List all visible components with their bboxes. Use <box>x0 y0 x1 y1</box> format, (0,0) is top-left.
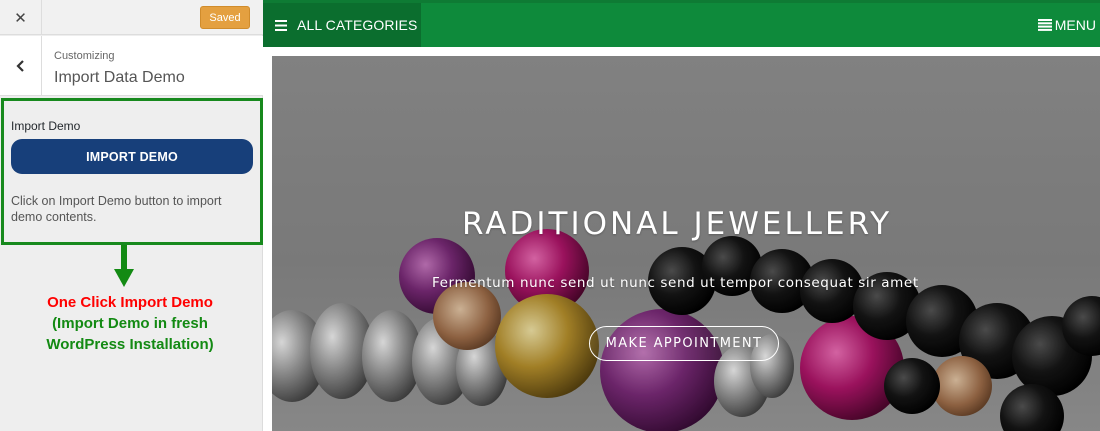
annotation-text: One Click Import Demo (Import Demo in fr… <box>20 292 240 355</box>
hero-title: RADITIONAL JEWELLERY <box>462 206 893 242</box>
import-demo-description: Click on Import Demo button to import de… <box>11 194 222 224</box>
customizer-panel: ✕ Saved Customizing Import Data Demo Imp… <box>0 0 263 431</box>
hero-slider: RADITIONAL JEWELLERY Fermentum nunc send… <box>272 56 1100 431</box>
close-icon: ✕ <box>14 8 27 27</box>
customizer-topbar: ✕ Saved <box>0 0 263 35</box>
close-button[interactable]: ✕ <box>0 0 42 35</box>
import-demo-label: Import Demo <box>11 119 81 133</box>
section-title: Import Data Demo <box>54 69 185 86</box>
annotation-line-1: One Click Import Demo <box>47 294 213 311</box>
all-categories-label: ALL CATEGORIES <box>297 17 418 33</box>
back-chevron-icon <box>15 60 24 72</box>
back-button[interactable] <box>0 36 42 96</box>
section-header: Customizing Import Data Demo <box>0 36 263 96</box>
make-appointment-button[interactable]: MAKE APPOINTMENT <box>589 326 779 361</box>
import-demo-button[interactable]: IMPORT DEMO <box>11 139 253 174</box>
import-demo-control: Import Demo IMPORT DEMO Click on Import … <box>1 98 263 245</box>
main-navbar: ALL CATEGORIES MENU <box>263 0 1100 47</box>
menu-button[interactable]: MENU <box>1037 3 1096 47</box>
annotation-line-3: WordPress Installation) <box>46 336 214 353</box>
hero-background-image <box>272 56 1100 431</box>
hamburger-icon <box>1037 19 1052 31</box>
site-preview: ALL CATEGORIES MENU RADITIONAL JEWELLERY… <box>263 0 1100 431</box>
menu-label: MENU <box>1054 17 1096 33</box>
all-categories-button[interactable]: ALL CATEGORIES <box>263 3 421 47</box>
hero-subtitle: Fermentum nunc send ut nunc send ut temp… <box>432 275 919 291</box>
saved-button[interactable]: Saved <box>200 6 250 29</box>
hamburger-icon <box>275 19 287 31</box>
annotation-line-2: (Import Demo in fresh <box>52 315 208 332</box>
breadcrumb: Customizing <box>54 50 115 62</box>
arrow-down-icon <box>114 245 134 287</box>
